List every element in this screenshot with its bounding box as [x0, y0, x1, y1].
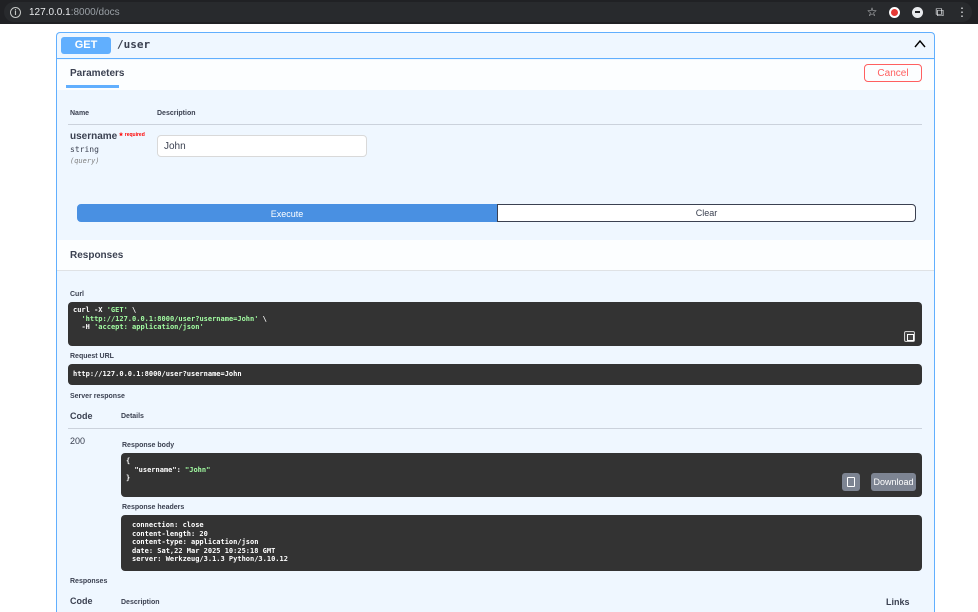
address-bar[interactable]: i 127.0.0.1:8000/docs ☆ ⧉ ⋮	[4, 2, 972, 22]
cancel-button[interactable]: Cancel	[864, 64, 922, 82]
execute-button[interactable]: Execute	[77, 204, 497, 222]
extensions-puzzle-icon[interactable]: ⧉	[935, 6, 944, 18]
required-label: required	[124, 132, 145, 138]
curl-line2-tail: \	[258, 314, 267, 323]
curl-method: 'GET'	[106, 306, 128, 314]
bookmark-star-icon[interactable]: ☆	[867, 6, 878, 18]
response-headers-block[interactable]: connection: close content-length: 20 con…	[121, 515, 922, 571]
header-line: server: Werkzeug/3.1.3 Python/3.10.12	[132, 555, 288, 563]
url-host: 127.0.0.1	[29, 6, 71, 18]
curl-flag: -H	[81, 323, 95, 331]
column-header-code: Code	[70, 411, 93, 421]
copy-curl-icon[interactable]	[904, 331, 915, 342]
header-line: content-type: application/json	[132, 538, 259, 546]
request-url-block[interactable]: http://127.0.0.1:8000/user?username=John	[68, 364, 922, 385]
column-header-name: Name	[70, 110, 90, 117]
curl-url: 'http://127.0.0.1:8000/user?username=Joh…	[81, 314, 259, 323]
footer-column-description: Description	[121, 599, 160, 606]
request-url-label: Request URL	[70, 353, 114, 360]
curl-header: 'accept: application/json'	[94, 323, 204, 331]
chevron-up-icon[interactable]	[914, 38, 926, 50]
curl-label: Curl	[70, 291, 84, 298]
header-line: connection: close	[132, 521, 204, 529]
param-name: username * required	[70, 131, 145, 142]
extension-red-icon[interactable]	[889, 6, 901, 18]
operation-block-get-user: GET /user Parameters Cancel Name Descrip…	[56, 32, 935, 612]
curl-cmd: curl -X	[73, 306, 107, 314]
footer-column-code: Code	[70, 596, 93, 606]
curl-line1-tail: \	[127, 306, 137, 314]
column-header-description: Description	[157, 110, 196, 117]
clear-button[interactable]: Clear	[497, 204, 916, 222]
response-body-label: Response body	[122, 442, 175, 449]
response-headers-label: Response headers	[122, 504, 185, 511]
browser-toolbar: i 127.0.0.1:8000/docs ☆ ⧉ ⋮	[0, 0, 978, 24]
tab-parameters[interactable]: Parameters	[70, 68, 124, 79]
json-open-brace: {	[126, 457, 131, 465]
server-response-label: Server response	[70, 393, 125, 400]
json-key: "username"	[134, 465, 177, 474]
curl-line-1: curl -X 'GET' \	[73, 306, 136, 314]
tab-active-indicator	[66, 85, 119, 88]
method-badge: GET	[61, 37, 111, 54]
operation-path: /user	[117, 38, 151, 51]
responses-header: Responses	[57, 240, 934, 271]
response-body-block[interactable]: { "username": "John" }	[121, 453, 922, 497]
site-info-icon[interactable]: i	[10, 6, 21, 18]
required-star: *	[119, 131, 123, 141]
copy-response-button[interactable]	[842, 473, 860, 491]
response-table-divider	[68, 428, 922, 429]
header-line: content-length: 20	[132, 529, 208, 538]
json-close-brace: }	[126, 474, 131, 482]
table-divider	[68, 124, 922, 125]
param-name-text: username	[70, 131, 118, 142]
curl-code-block[interactable]: curl -X 'GET' \ 'http://127.0.0.1:8000/u…	[68, 302, 922, 346]
toolbar-icons: ☆ ⧉ ⋮	[867, 2, 972, 22]
responses-title: Responses	[70, 250, 124, 261]
json-colon: :	[176, 465, 186, 474]
param-type: string	[70, 145, 99, 154]
download-button[interactable]: Download	[871, 473, 916, 491]
extension-gray-icon[interactable]	[912, 6, 924, 18]
header-line: date: Sat,22 Mar 2025 10:25:18 GMT	[132, 546, 276, 555]
parameters-header: Parameters Cancel	[57, 60, 934, 90]
column-header-details: Details	[121, 413, 144, 420]
operation-summary[interactable]: GET /user	[57, 33, 934, 59]
url-path: :8000/docs	[70, 6, 120, 18]
json-value: "John"	[185, 465, 211, 474]
status-code: 200	[70, 436, 86, 446]
param-location: (query)	[70, 157, 100, 165]
browser-menu-icon[interactable]: ⋮	[956, 6, 968, 18]
responses-section-title: Responses	[70, 578, 108, 585]
username-input[interactable]	[157, 135, 367, 157]
